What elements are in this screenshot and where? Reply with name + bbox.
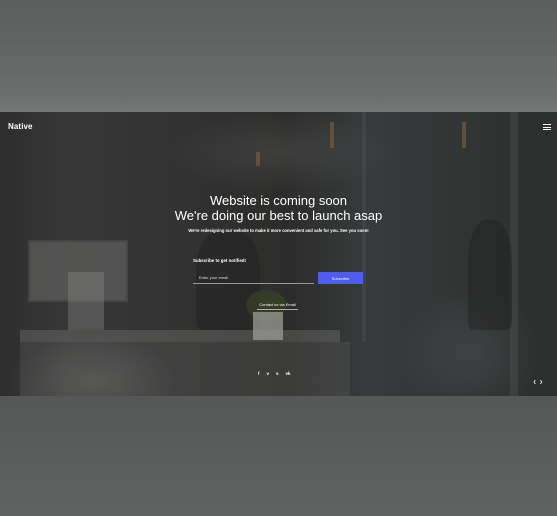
hero-title-line2: We're doing our best to launch asap [174,208,383,223]
subscribe-button[interactable]: Subscribe [318,272,363,284]
vk-icon[interactable]: vk [286,370,291,378]
screenshot-backdrop: Native Website is coming soon We're doin… [0,0,557,516]
hero-title-line1: Website is coming soon [209,193,348,208]
contact-email-link[interactable]: Contact us via Email [257,301,298,310]
facebook-icon[interactable]: f [258,370,260,378]
hero-lead: We're redesigning our website to make it… [188,228,369,233]
hamburger-menu-icon[interactable] [543,124,551,130]
vimeo-icon[interactable]: v [267,370,270,378]
social-links: f v s vk [258,370,291,378]
top-bar: Native [0,112,557,142]
brand-logo[interactable]: Native [8,122,33,131]
next-slide-icon[interactable]: ❯ [539,379,542,384]
slide-navigation: ❮ ❯ [533,379,543,384]
prev-slide-icon[interactable]: ❮ [533,379,536,384]
subscribe-label: Subscribe to get notified! [193,258,246,263]
dark-overlay [0,112,557,396]
skype-icon[interactable]: s [276,370,279,378]
email-input[interactable] [193,272,314,284]
coming-soon-page: Native Website is coming soon We're doin… [0,112,557,396]
